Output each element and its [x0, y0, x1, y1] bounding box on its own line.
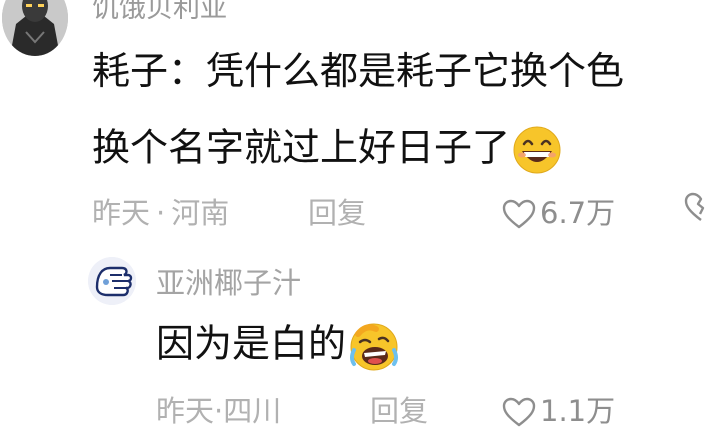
meta-separator: ·	[156, 196, 166, 230]
reply-text-content: 因为是白的	[156, 321, 347, 366]
comment-location: 河南	[171, 196, 230, 230]
reply-text: 因为是白的	[156, 320, 400, 372]
reply-button[interactable]: 回复	[308, 190, 366, 232]
reply-like-button[interactable]: 1.1万	[502, 388, 615, 430]
reply-meta: 昨天·四川	[156, 388, 281, 430]
meta-separator: ·	[214, 394, 224, 428]
comment-text-line-2-text: 换个名字就过上好日子了	[92, 125, 511, 170]
comment-text-line-1: 耗子：凭什么都是耗子它换个色	[92, 49, 625, 93]
laughing-face-emoji-icon	[350, 323, 399, 371]
comment-time: 昨天	[92, 196, 151, 230]
heart-outline-icon	[502, 199, 536, 229]
grinning-face-emoji-icon	[513, 126, 561, 174]
comment-text-line-2: 换个名字就过上好日子了	[92, 125, 562, 175]
avatar[interactable]	[2, 0, 68, 56]
like-count: 6.7万	[540, 196, 616, 230]
reply-time: 昨天	[156, 394, 215, 428]
dislike-button[interactable]	[684, 192, 718, 226]
broken-heart-icon	[684, 192, 705, 221]
reply-username[interactable]: 亚洲椰子汁	[156, 260, 301, 302]
reply-avatar[interactable]	[88, 257, 136, 305]
like-button[interactable]: 6.7万	[502, 190, 615, 232]
reply-reply-button[interactable]: 回复	[370, 388, 428, 430]
reply-like-count: 1.1万	[540, 394, 616, 428]
heart-outline-icon	[502, 397, 536, 427]
reply-location: 四川	[223, 394, 282, 428]
comment-meta: 昨天 · 河南	[92, 190, 229, 232]
username[interactable]: 饥饿贝利亚	[92, 0, 227, 25]
